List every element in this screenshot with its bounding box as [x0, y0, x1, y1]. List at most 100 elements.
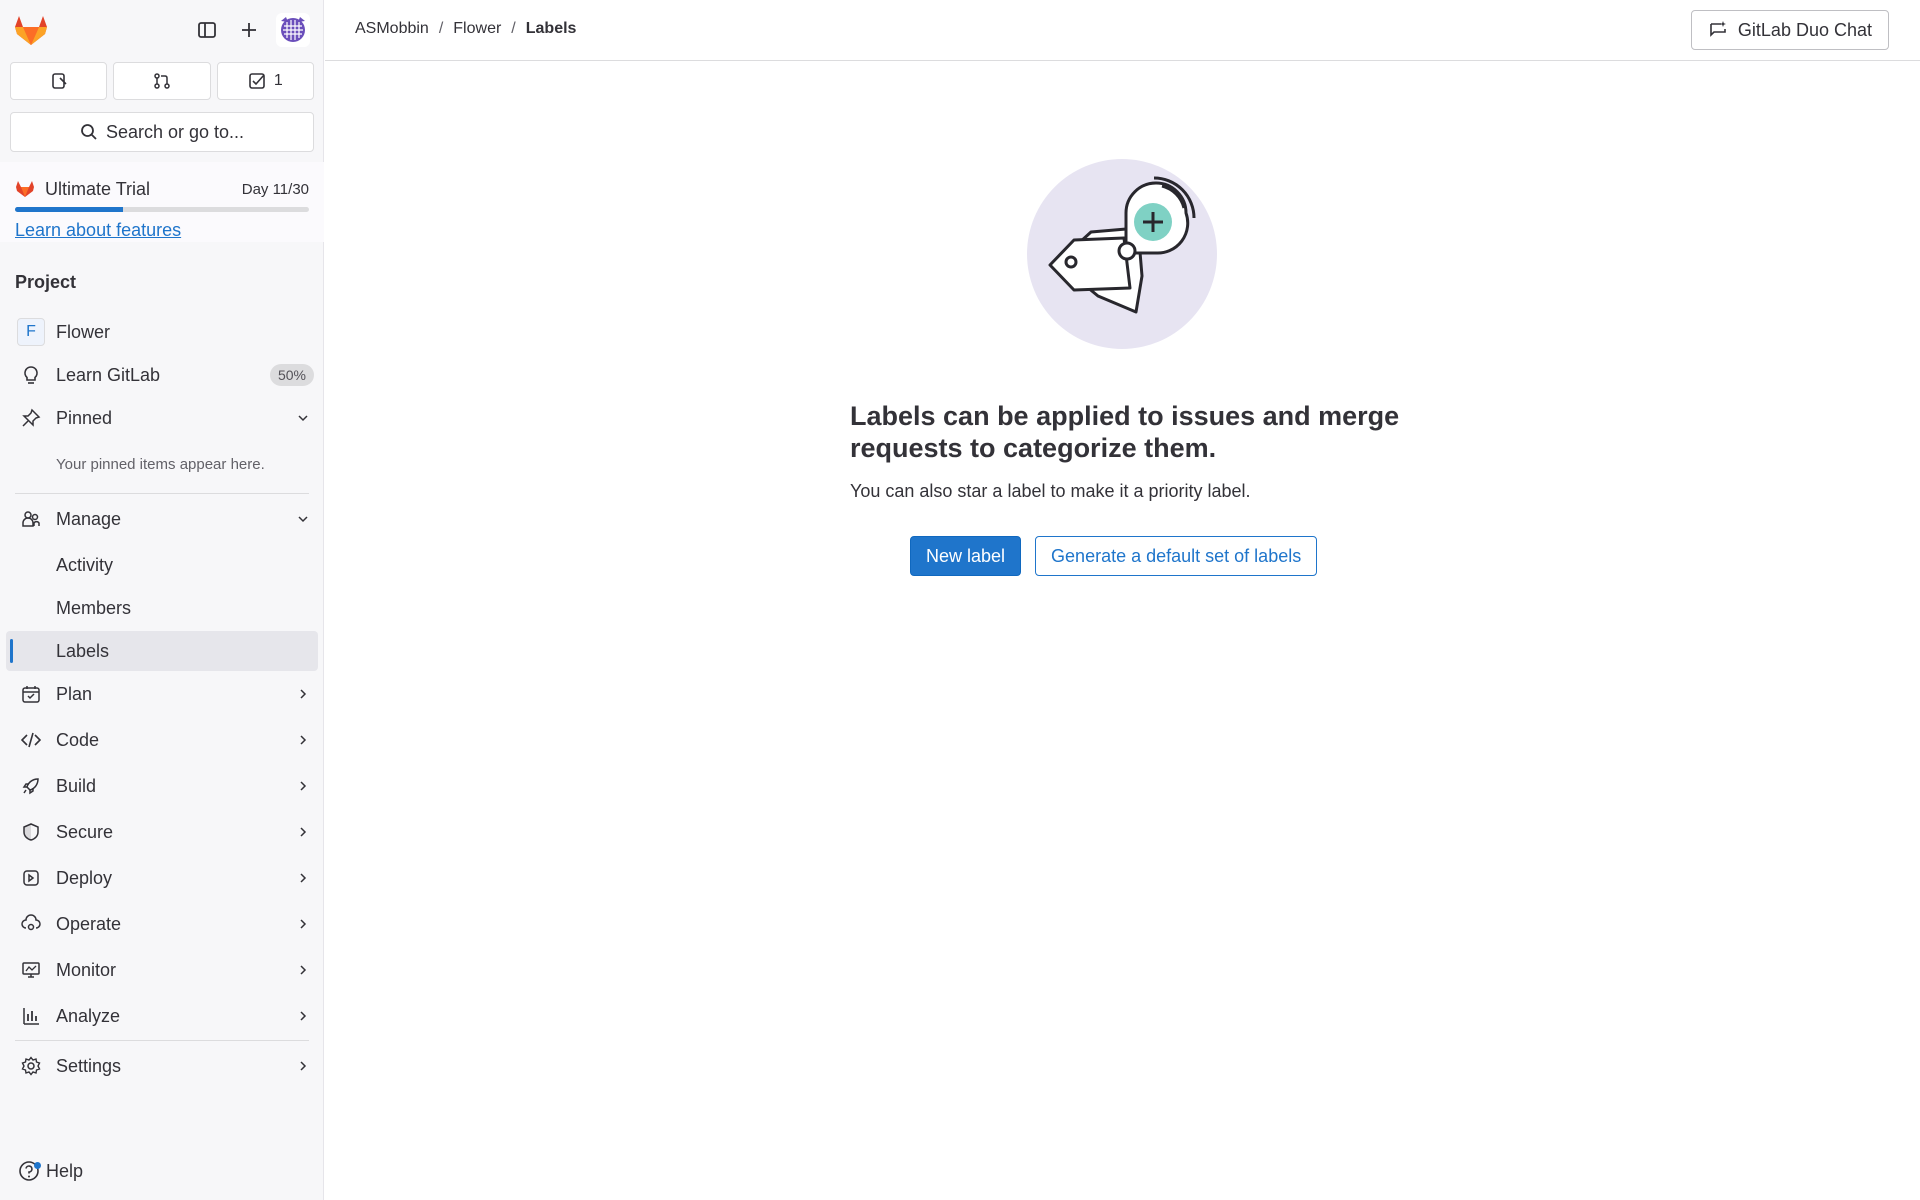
- issues-icon: [51, 73, 67, 89]
- trial-progress-bar: [15, 207, 309, 212]
- calendar-icon: [22, 686, 40, 703]
- sidebar-item-label: Monitor: [56, 959, 117, 980]
- sidebar-item-label: Plan: [56, 683, 93, 704]
- learn-about-features-link[interactable]: Learn about features: [15, 220, 181, 241]
- chevron-down-icon: [298, 415, 308, 422]
- sidebar-item-pinned[interactable]: Pinned: [6, 398, 318, 438]
- chevron-right-icon: [300, 919, 307, 929]
- help-button[interactable]: Help: [18, 1160, 83, 1182]
- sidebar-item-deploy[interactable]: Deploy: [6, 858, 318, 898]
- todo-count: 1: [273, 72, 283, 89]
- divider: [15, 1040, 309, 1041]
- project-avatar: F: [17, 318, 45, 346]
- merge-request-icon: [154, 73, 170, 89]
- gear-icon: [21, 1056, 41, 1076]
- pin-icon: [22, 408, 41, 427]
- duo-chat-icon: [1710, 21, 1726, 37]
- todo-counter-button[interactable]: 1: [216, 62, 314, 100]
- cloud-gear-icon: [21, 914, 41, 931]
- sidebar-item-activity[interactable]: Activity: [6, 545, 318, 585]
- sidebar-item-label: Flower: [56, 321, 111, 342]
- breadcrumb: ASMobbin / Flower / Labels: [355, 20, 576, 38]
- sidebar-item-labels[interactable]: Labels: [6, 631, 318, 671]
- trial-title: Ultimate Trial: [45, 178, 151, 199]
- sidebar-item-members[interactable]: Members: [6, 588, 318, 628]
- sidebar-toggle-icon[interactable]: [190, 13, 224, 47]
- sidebar-item-manage[interactable]: Manage: [6, 499, 318, 539]
- chevron-right-icon: [300, 873, 307, 883]
- merge-requests-counter-button[interactable]: [113, 62, 211, 100]
- duo-chat-label: GitLab Duo Chat: [1737, 19, 1872, 40]
- user-avatar-icon[interactable]: [276, 13, 310, 47]
- sidebar-item-code[interactable]: Code: [6, 720, 318, 760]
- breadcrumb-item-flower[interactable]: Flower: [453, 20, 501, 38]
- search-label: Search or go to...: [105, 121, 245, 142]
- sidebar: 1 Search or go to... Ultimate Trial Day …: [0, 0, 324, 1200]
- trial-progress-fill: [15, 207, 123, 212]
- search-icon: [81, 124, 97, 140]
- sidebar-item-build[interactable]: Build: [6, 766, 318, 806]
- sidebar-item-label: Analyze: [56, 1005, 121, 1026]
- sidebar-item-label: Activity: [56, 554, 114, 575]
- breadcrumb-separator: /: [438, 20, 444, 37]
- chevron-down-icon: [298, 516, 308, 523]
- chevron-right-icon: [300, 1061, 307, 1071]
- monitor-icon: [22, 962, 40, 978]
- sidebar-item-label: Build: [56, 775, 97, 796]
- generate-default-labels-button[interactable]: Generate a default set of labels: [1035, 536, 1318, 576]
- shield-icon: [23, 823, 39, 841]
- help-notification-dot: [34, 1162, 41, 1169]
- empty-state-actions: New label Generate a default set of labe…: [910, 536, 1318, 576]
- chevron-right-icon: [300, 735, 307, 745]
- sidebar-item-label: Pinned: [56, 407, 113, 428]
- sidebar-counters: 1: [10, 62, 314, 100]
- sidebar-item-label: Learn GitLab: [56, 364, 161, 385]
- sidebar-item-learn-gitlab[interactable]: Learn GitLab 50%: [6, 355, 318, 395]
- breadcrumb-item-asmobbin[interactable]: ASMobbin: [355, 20, 429, 38]
- trial-widget[interactable]: Ultimate Trial Day 11/30 Learn about fea…: [0, 162, 324, 242]
- chevron-right-icon: [300, 827, 307, 837]
- rocket-icon: [22, 778, 39, 795]
- sidebar-item-label: Labels: [56, 640, 110, 661]
- sidebar-item-label: Code: [56, 729, 100, 750]
- search-button[interactable]: Search or go to...: [10, 112, 314, 152]
- top-bar: ASMobbin / Flower / Labels GitLab Duo Ch…: [325, 0, 1920, 61]
- chevron-right-icon: [300, 965, 307, 975]
- new-label-button[interactable]: New label: [910, 536, 1022, 576]
- sidebar-item-settings[interactable]: Settings: [6, 1046, 318, 1086]
- sidebar-item-label: Operate: [56, 913, 122, 934]
- project-section-title: Project: [15, 272, 77, 292]
- gitlab-logo-icon[interactable]: [13, 13, 49, 47]
- todo-icon: [249, 73, 265, 89]
- gitlab-duo-chat-button[interactable]: GitLab Duo Chat: [1690, 10, 1889, 50]
- breadcrumb-separator: /: [511, 20, 516, 37]
- create-new-icon[interactable]: [232, 13, 266, 47]
- breadcrumb-item-labels[interactable]: Labels: [526, 20, 577, 38]
- lightbulb-icon: [24, 366, 38, 384]
- sidebar-item-analyze[interactable]: Analyze: [6, 996, 318, 1036]
- trial-day: Day 11/30: [241, 180, 309, 198]
- code-icon: [21, 732, 41, 748]
- sidebar-item-monitor[interactable]: Monitor: [6, 950, 318, 990]
- active-indicator: [10, 639, 13, 663]
- sidebar-item-flower[interactable]: F Flower: [6, 312, 318, 352]
- pinned-empty-text: Your pinned items appear here.: [56, 456, 265, 473]
- sidebar-header: [0, 0, 323, 60]
- empty-state-title: Labels can be applied to issues and merg…: [850, 401, 1400, 463]
- sidebar-item-label: Manage: [56, 508, 122, 529]
- gitlab-trial-icon: [16, 181, 34, 197]
- chevron-right-icon: [300, 781, 307, 791]
- chevron-right-icon: [300, 689, 307, 699]
- sidebar-item-operate[interactable]: Operate: [6, 904, 318, 944]
- sidebar-item-plan[interactable]: Plan: [6, 674, 318, 714]
- divider: [15, 493, 309, 494]
- chevron-right-icon: [300, 1011, 307, 1021]
- empty-state-description: You can also star a label to make it a p…: [850, 481, 1251, 501]
- sidebar-item-label: Secure: [56, 821, 114, 842]
- labels-illustration-icon: [1027, 159, 1217, 349]
- sidebar-item-label: Deploy: [56, 867, 113, 888]
- deploy-icon: [23, 870, 39, 886]
- issues-counter-button[interactable]: [10, 62, 108, 100]
- learn-progress-badge: 50%: [269, 364, 314, 386]
- sidebar-item-secure[interactable]: Secure: [6, 812, 318, 852]
